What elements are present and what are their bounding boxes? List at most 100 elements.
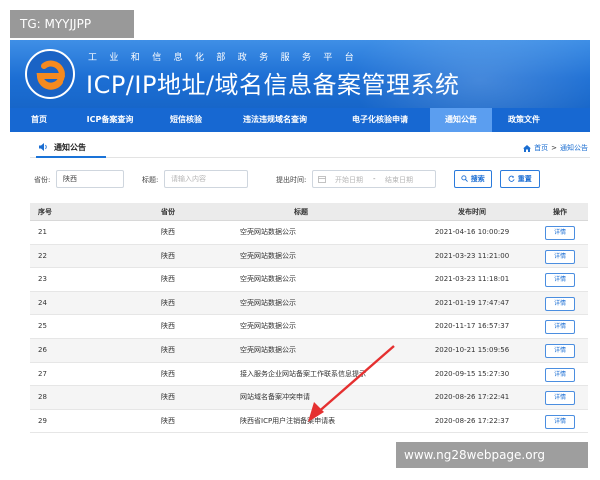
nav-item-policy-docs[interactable]: 政策文件 <box>492 108 556 132</box>
table-row: 24 陕西 空壳网站数据公示 2021-01-19 17:47:47 详情 <box>30 291 588 316</box>
row-action: 详情 <box>532 268 588 291</box>
detail-button[interactable]: 详情 <box>545 273 575 288</box>
row-title: 空壳网站数据公示 <box>240 251 296 260</box>
speaker-icon <box>39 143 47 151</box>
end-date-input[interactable]: 结束日期 <box>385 175 413 185</box>
nav-item-e-verify-apply[interactable]: 电子化核验申请 <box>330 108 430 132</box>
table-row: 21 陕西 空壳网站数据公示 2021-04-16 10:00:29 详情 <box>30 221 588 245</box>
row-no: 23 <box>38 275 47 284</box>
title-search-input[interactable]: 请输入内容 <box>164 170 248 188</box>
reset-button-label: 重置 <box>517 175 532 183</box>
table-header-row: 序号 省份 标题 发布时间 操作 <box>30 203 588 221</box>
row-province: 陕西 <box>161 251 175 260</box>
nav-item-icp-query[interactable]: ICP备案查询 <box>68 108 152 132</box>
breadcrumb: 首页 > 通知公告 <box>523 143 588 153</box>
row-no: 22 <box>38 251 47 260</box>
main-nav: 首页 ICP备案查询 短信核验 违法违规域名查询 电子化核验申请 通知公告 政策… <box>10 108 590 132</box>
search-button-label: 搜索 <box>470 175 485 183</box>
row-province: 陕西 <box>161 228 175 236</box>
row-province: 陕西 <box>161 393 175 402</box>
nav-item-notices[interactable]: 通知公告 <box>430 108 492 132</box>
refresh-icon <box>508 175 515 182</box>
search-icon <box>461 175 469 182</box>
row-publish-time: 2020-10-21 15:09:56 <box>434 345 510 354</box>
row-action: 详情 <box>532 315 588 338</box>
title-label: 标题: <box>142 176 159 184</box>
row-action: 详情 <box>532 245 588 268</box>
breadcrumb-separator: > <box>551 144 557 152</box>
site-logo-icon <box>25 49 75 99</box>
tg-watermark: TG: MYYJJPP <box>10 10 134 38</box>
row-publish-time: 2020-11-17 16:57:37 <box>434 322 510 331</box>
column-header-action: 操作 <box>553 208 567 216</box>
breadcrumb-current[interactable]: 通知公告 <box>560 143 588 153</box>
row-publish-time: 2020-09-15 15:27:30 <box>434 369 510 378</box>
row-no: 29 <box>38 416 47 425</box>
section-title-underline <box>36 156 106 158</box>
nav-item-sms-verify[interactable]: 短信核验 <box>152 108 220 132</box>
ministry-name: 工业和信息化部政务服务平台 <box>88 53 367 63</box>
row-no: 26 <box>38 345 47 354</box>
table-row: 22 陕西 空壳网站数据公示 2021-03-23 11:21:00 详情 <box>30 244 588 269</box>
row-no: 21 <box>38 228 47 236</box>
breadcrumb-home-link[interactable]: 首页 <box>534 143 548 153</box>
row-province: 陕西 <box>161 416 175 425</box>
home-icon <box>523 144 532 152</box>
row-title: 空壳网站数据公示 <box>240 275 296 284</box>
row-action: 详情 <box>532 221 588 244</box>
column-header-time: 发布时间 <box>458 208 486 216</box>
submit-time-label: 提出时间: <box>276 176 307 184</box>
row-publish-time: 2021-03-23 11:18:01 <box>434 275 510 284</box>
row-action: 详情 <box>532 339 588 362</box>
section-header: 通知公告 首页 > 通知公告 <box>30 138 590 158</box>
reset-button[interactable]: 重置 <box>500 170 540 188</box>
detail-button[interactable]: 详情 <box>545 414 575 429</box>
table-row: 25 陕西 空壳网站数据公示 2020-11-17 16:57:37 详情 <box>30 315 588 339</box>
screenshot: 工业和信息化部政务服务平台 ICP/IP地址/域名信息备案管理系统 首页 ICP… <box>0 0 600 480</box>
row-no: 25 <box>38 322 47 331</box>
detail-button[interactable]: 详情 <box>545 249 575 264</box>
column-header-no: 序号 <box>38 208 52 216</box>
row-title: 空壳网站数据公示 <box>240 322 296 331</box>
row-province: 陕西 <box>161 298 175 307</box>
row-publish-time: 2021-01-19 17:47:47 <box>434 298 510 307</box>
nav-item-home[interactable]: 首页 <box>10 108 68 132</box>
row-province: 陕西 <box>161 322 175 331</box>
nav-item-illegal-domain-query[interactable]: 违法违规域名查询 <box>220 108 330 132</box>
row-action: 详情 <box>532 410 588 433</box>
detail-button[interactable]: 详情 <box>545 320 575 335</box>
red-arrow-icon <box>308 345 395 422</box>
row-province: 陕西 <box>161 345 175 354</box>
row-no: 24 <box>38 298 47 307</box>
column-header-province: 省份 <box>161 208 175 216</box>
row-publish-time: 2020-08-26 17:22:41 <box>434 393 510 402</box>
row-action: 详情 <box>532 386 588 409</box>
row-no: 28 <box>38 393 47 402</box>
row-province: 陕西 <box>161 369 175 378</box>
date-range-picker[interactable]: 开始日期 - 结束日期 <box>312 170 436 188</box>
system-title: ICP/IP地址/域名信息备案管理系统 <box>86 71 460 99</box>
section-title: 通知公告 <box>54 143 86 152</box>
site-header: 工业和信息化部政务服务平台 ICP/IP地址/域名信息备案管理系统 <box>10 40 590 108</box>
row-province: 陕西 <box>161 275 175 284</box>
row-title: 空壳网站数据公示 <box>240 228 296 236</box>
start-date-input[interactable]: 开始日期 <box>335 175 363 185</box>
row-publish-time: 2021-03-23 11:21:00 <box>434 251 510 260</box>
row-publish-time: 2020-08-26 17:22:37 <box>434 416 510 425</box>
date-range-separator: - <box>373 175 376 183</box>
detail-button[interactable]: 详情 <box>545 226 575 240</box>
search-button[interactable]: 搜索 <box>454 170 492 188</box>
row-publish-time: 2021-04-16 10:00:29 <box>434 228 510 236</box>
detail-button[interactable]: 详情 <box>545 367 575 382</box>
column-header-title: 标题 <box>294 208 308 216</box>
row-action: 详情 <box>532 292 588 315</box>
province-label: 省份: <box>34 176 51 184</box>
calendar-icon <box>318 176 326 183</box>
province-select[interactable]: 陕西 <box>56 170 124 188</box>
row-action: 详情 <box>532 363 588 386</box>
detail-button[interactable]: 详情 <box>545 296 575 311</box>
table-row: 23 陕西 空壳网站数据公示 2021-03-23 11:18:01 详情 <box>30 268 588 292</box>
detail-button[interactable]: 详情 <box>545 391 575 406</box>
detail-button[interactable]: 详情 <box>545 343 575 358</box>
row-title: 空壳网站数据公示 <box>240 298 296 307</box>
